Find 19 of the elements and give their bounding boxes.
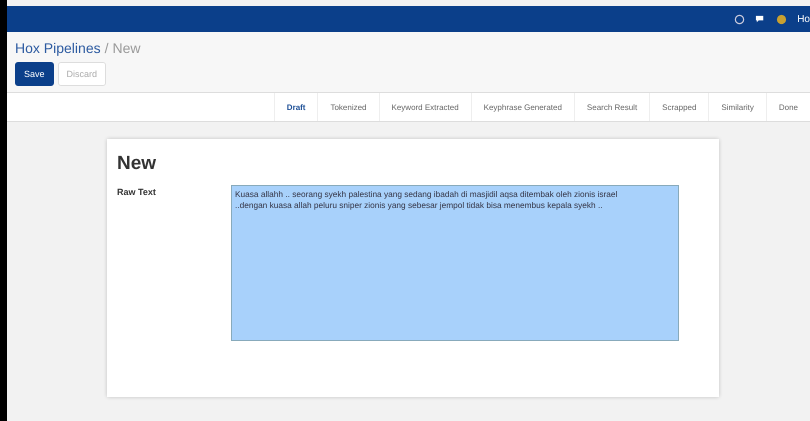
user-name[interactable]: Ho [797, 14, 810, 24]
status-step[interactable]: Scrapped [649, 93, 708, 121]
status-step[interactable]: Keyphrase Generated [470, 93, 574, 121]
status-step[interactable]: Search Result [574, 93, 650, 121]
avatar-icon[interactable] [776, 14, 788, 24]
breadcrumb-separator: / [104, 40, 108, 56]
chat-icon[interactable] [755, 14, 766, 24]
save-button[interactable]: Save [15, 62, 54, 86]
status-step[interactable]: Draft [274, 93, 318, 121]
breadcrumb-current: New [112, 40, 141, 56]
status-step[interactable]: Keyword Extracted [378, 93, 471, 121]
status-step[interactable]: Tokenized [317, 93, 378, 121]
status-step[interactable]: Done [766, 93, 810, 121]
status-step[interactable]: Similarity [708, 93, 766, 121]
raw-text-field[interactable]: Kuasa allahh .. seorang syekh palestina yang sedang ibadah di masjidil aqsa ditembak oleh zionis israel ..dengan kuasa allah peluru sniper zionis yang sebesar jempol tidak bisa menembus kepala syekh .. [231, 185, 679, 341]
field-label: Raw Text [117, 186, 157, 199]
clock-icon[interactable] [734, 14, 746, 24]
record-title: New [117, 153, 158, 175]
breadcrumb-link[interactable]: Hox Pipelines [15, 40, 101, 56]
